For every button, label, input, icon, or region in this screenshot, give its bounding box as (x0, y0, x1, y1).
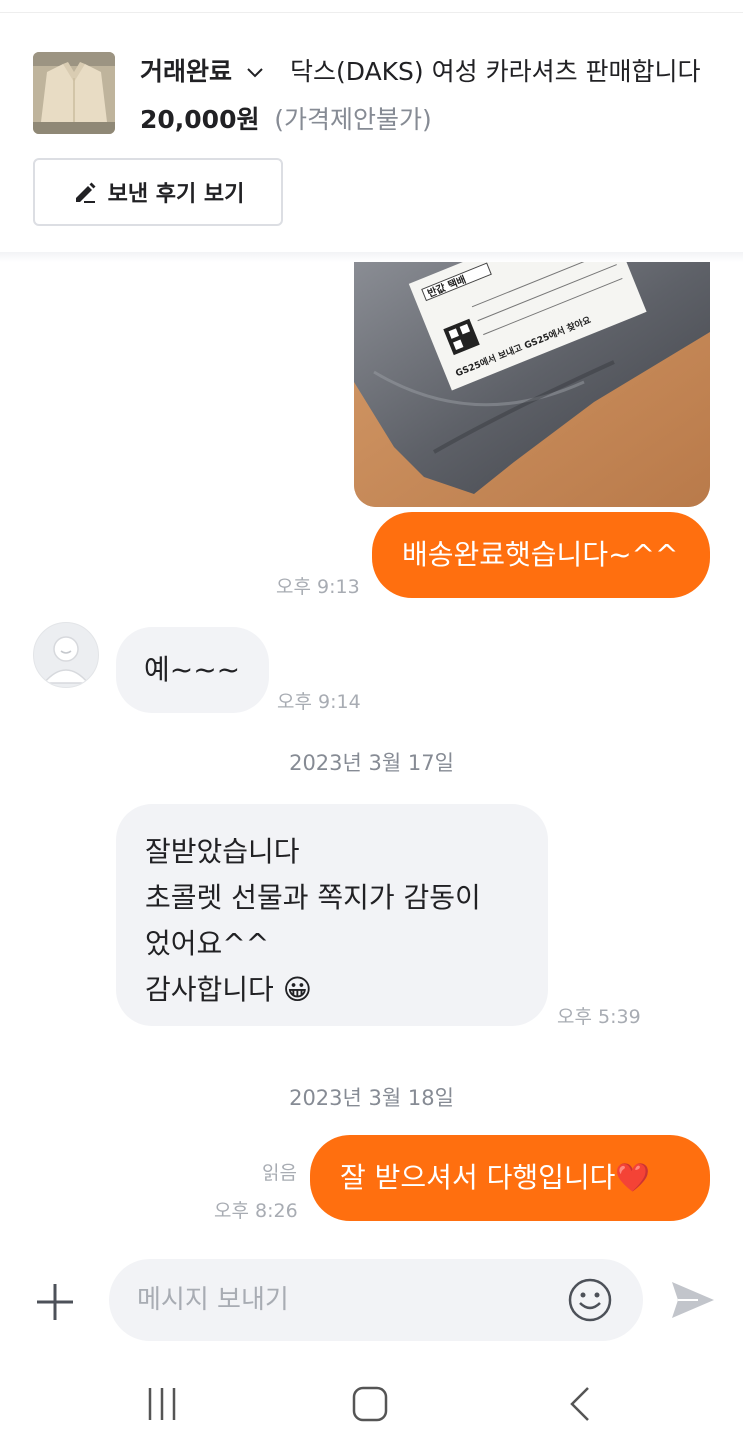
send-icon[interactable] (668, 1276, 716, 1324)
message-line: 었어요^^ (145, 927, 270, 960)
back-icon[interactable] (562, 1384, 602, 1424)
my-message-bubble[interactable]: 잘 받으셔서 다행입니다❤️ (310, 1135, 710, 1221)
other-message-bubble[interactable]: 예~~~ (116, 627, 269, 713)
my-message-bubble[interactable]: 배송완료햇습니다~^^ (372, 512, 710, 598)
date-separator: 2023년 3월 17일 (289, 751, 454, 775)
message-time: 오후 9:14 (277, 691, 361, 713)
message-time: 오후 5:39 (557, 1006, 641, 1028)
other-message-bubble[interactable]: 잘받았습니다 초콜렛 선물과 쪽지가 감동이 었어요^^ 감사합니다 😀 (116, 804, 548, 1026)
message-input[interactable] (109, 1259, 643, 1341)
avatar[interactable] (33, 622, 99, 688)
header-divider (0, 252, 743, 262)
home-icon[interactable] (350, 1384, 390, 1424)
message-line: 잘받았습니다 (145, 835, 300, 868)
pencil-icon (72, 179, 98, 205)
message-time: 오후 8:26 (214, 1200, 298, 1222)
trade-status-dropdown[interactable]: 거래완료 (140, 52, 265, 88)
product-price: 20,000원 (가격제안불가) (140, 100, 432, 136)
message-line: 초콜렛 선물과 쪽지가 감동이 (145, 881, 481, 914)
product-title[interactable]: 닥스(DAKS) 여성 카라셔츠 판매합니다 (290, 52, 720, 88)
message-line: 감사합니다 😀 (145, 973, 312, 1006)
review-button-label: 보낸 후기 보기 (107, 182, 245, 207)
trade-status-label: 거래완료 (140, 57, 233, 86)
message-time: 오후 9:13 (276, 576, 360, 598)
photo-message[interactable]: 반값 택배 GS25에서 보내고 GS25에서 찾아요 (354, 262, 710, 507)
product-thumbnail[interactable] (33, 52, 115, 134)
emoji-icon[interactable] (567, 1277, 613, 1323)
price-note: (가격제안불가) (274, 105, 432, 134)
recents-icon[interactable] (142, 1384, 182, 1424)
date-separator: 2023년 3월 18일 (289, 1086, 454, 1110)
top-divider (0, 12, 743, 13)
price-value: 20,000원 (140, 105, 260, 134)
plus-icon[interactable] (33, 1280, 77, 1324)
chevron-down-icon (245, 59, 265, 88)
read-receipt: 읽음 (262, 1162, 297, 1184)
view-sent-review-button[interactable]: 보낸 후기 보기 (33, 158, 283, 226)
